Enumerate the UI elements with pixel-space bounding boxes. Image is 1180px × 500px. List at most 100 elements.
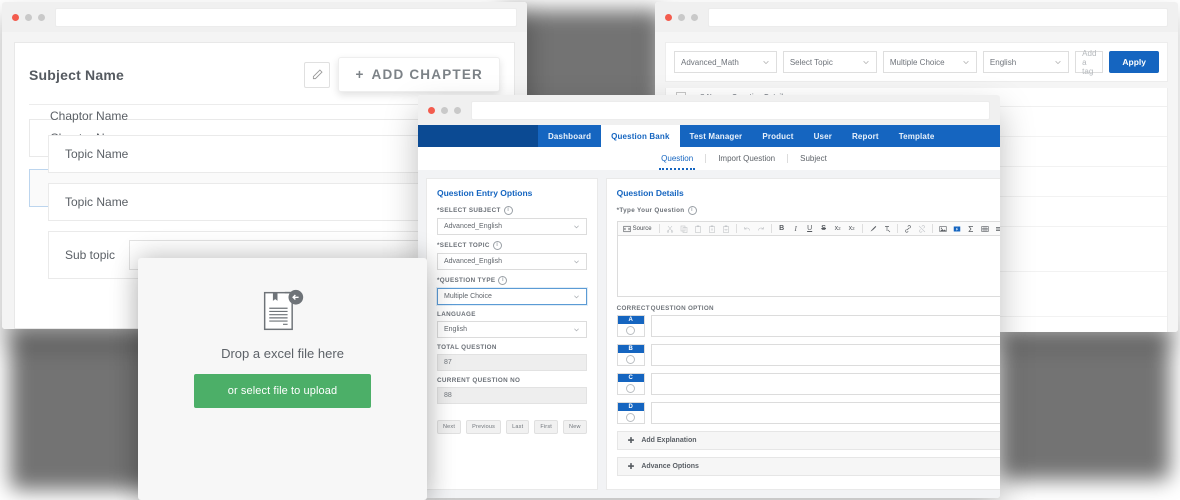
add-chapter-button[interactable]: + ADD CHAPTER [338,57,500,92]
superscript-button[interactable]: x2 [846,223,858,234]
nav-tab-product[interactable]: Product [752,125,803,147]
math-button[interactable] [965,223,977,234]
paste-button[interactable] [692,223,704,234]
address-bar[interactable] [708,7,1168,27]
horizontal-rule-button[interactable] [993,223,1000,234]
filter-question-type-select[interactable]: Multiple Choice [882,51,977,73]
filter-topic-select[interactable]: Select Topic [782,51,877,73]
minimize-dot-icon[interactable] [441,106,448,114]
sub-tab-subject[interactable]: Subject [787,154,839,163]
info-icon[interactable]: i [492,241,502,250]
nav-button-first[interactable]: First [534,420,559,434]
correct-answer-radio-b[interactable] [618,353,644,365]
minimize-dot-icon[interactable] [678,13,685,21]
paste-from-word-button[interactable] [720,223,732,234]
nav-tab-template[interactable]: Template [889,125,945,147]
info-icon[interactable]: i [687,206,697,215]
info-icon[interactable]: i [503,206,513,215]
nav-tab-user[interactable]: User [804,125,842,147]
close-dot-icon[interactable] [428,106,435,114]
option-column-label: QUESTION OPTION [650,305,714,312]
flash-button[interactable] [951,223,963,234]
filter-language-select[interactable]: English [982,51,1070,73]
chevron-down-icon [863,60,869,65]
bold-button[interactable]: B [776,223,788,234]
details-panel-title: Question Details [616,188,684,198]
redo-button[interactable] [755,223,767,234]
table-icon [981,225,989,232]
address-bar[interactable] [471,100,990,120]
select-file-button[interactable]: or select file to upload [193,374,372,408]
field-select[interactable]: Advanced_English [437,218,587,235]
table-button[interactable] [979,223,991,234]
subscript-button[interactable]: x2 [832,223,844,234]
dropzone[interactable]: Drop a excel file here or select file to… [138,258,427,500]
option-letter: B [617,345,644,353]
window-controls[interactable] [428,106,461,114]
sub-tab-question[interactable]: Question [649,154,705,170]
source-button[interactable]: Source [622,223,655,234]
close-dot-icon[interactable] [665,13,672,21]
chevron-down-icon [573,225,579,229]
nav-button-new[interactable]: New [563,420,587,434]
field-label: *SELECT SUBJECT i [437,206,587,215]
apply-filters-button[interactable]: Apply [1109,51,1160,73]
sub-tab-import-question[interactable]: Import Question [705,154,787,163]
chevron-down-icon [573,328,579,332]
unlink-button[interactable] [916,223,928,234]
paste-text-button[interactable] [706,223,718,234]
filter-subject-select[interactable]: Advanced_Math [674,51,777,73]
correct-answer-radio-a[interactable] [618,324,644,336]
nav-button-previous[interactable]: Previous [466,420,502,434]
toolbar-separator [896,224,898,233]
maximize-dot-icon[interactable] [691,13,698,21]
accordion-add-explanation[interactable]: ✚ Add Explanation [616,431,1000,450]
nav-tab-test-manager[interactable]: Test Manager [680,125,753,147]
cut-button[interactable] [664,223,676,234]
correct-answer-radio-d[interactable] [618,411,644,423]
paste-icon [694,225,701,233]
accordion-advance-options[interactable]: ✚ Advance Options [616,457,1000,476]
copy-button[interactable] [678,223,690,234]
undo-button[interactable] [741,223,753,234]
remove-format-button[interactable] [867,223,879,234]
underline-button[interactable]: U [804,223,816,234]
nav-tab-report[interactable]: Report [842,125,889,147]
option-text-input-d[interactable] [650,402,1000,424]
address-bar[interactable] [55,7,517,27]
clear-format-button[interactable] [881,223,893,234]
nav-button-next[interactable]: Next [437,420,462,434]
rich-text-editor: Source B I U S x 2 x 2 [607,221,1000,297]
maximize-dot-icon[interactable] [38,13,45,21]
window-controls[interactable] [665,13,698,21]
option-text-input-b[interactable] [650,344,1000,366]
minimize-dot-icon[interactable] [25,13,32,21]
field-select[interactable]: English [437,321,587,338]
option-key-d: D [616,402,645,424]
toolbar-separator [861,224,863,233]
field-select[interactable]: Multiple Choice [437,288,587,305]
toolbar-separator [735,224,737,233]
maximize-dot-icon[interactable] [454,106,461,114]
close-dot-icon[interactable] [12,13,19,21]
option-text-input-c[interactable] [650,373,1000,395]
option-text-input-a[interactable] [650,315,1000,337]
nav-button-last[interactable]: Last [506,420,530,434]
info-icon[interactable]: i [498,276,508,285]
option-key-b: B [616,344,645,366]
correct-answer-radio-c[interactable] [618,382,644,394]
field-select[interactable]: Advanced_English [437,253,587,270]
image-button[interactable] [937,223,949,234]
nav-tab-dashboard[interactable]: Dashboard [538,125,601,147]
field-value: Advanced_English [444,258,502,265]
question-editor-textarea[interactable] [616,236,1000,297]
nav-tab-question-bank[interactable]: Question Bank [601,125,680,147]
radio-icon [626,325,636,335]
link-button[interactable] [902,223,914,234]
window-controls[interactable] [12,13,45,21]
italic-button[interactable]: I [790,223,802,234]
filter-tag-input[interactable]: Add a tag [1075,49,1104,76]
edit-subject-button[interactable] [304,61,331,88]
strikethrough-button[interactable]: S [818,223,830,234]
main-navigation-bar: Dashboard Question Bank Test Manager Produc… [418,125,1000,147]
